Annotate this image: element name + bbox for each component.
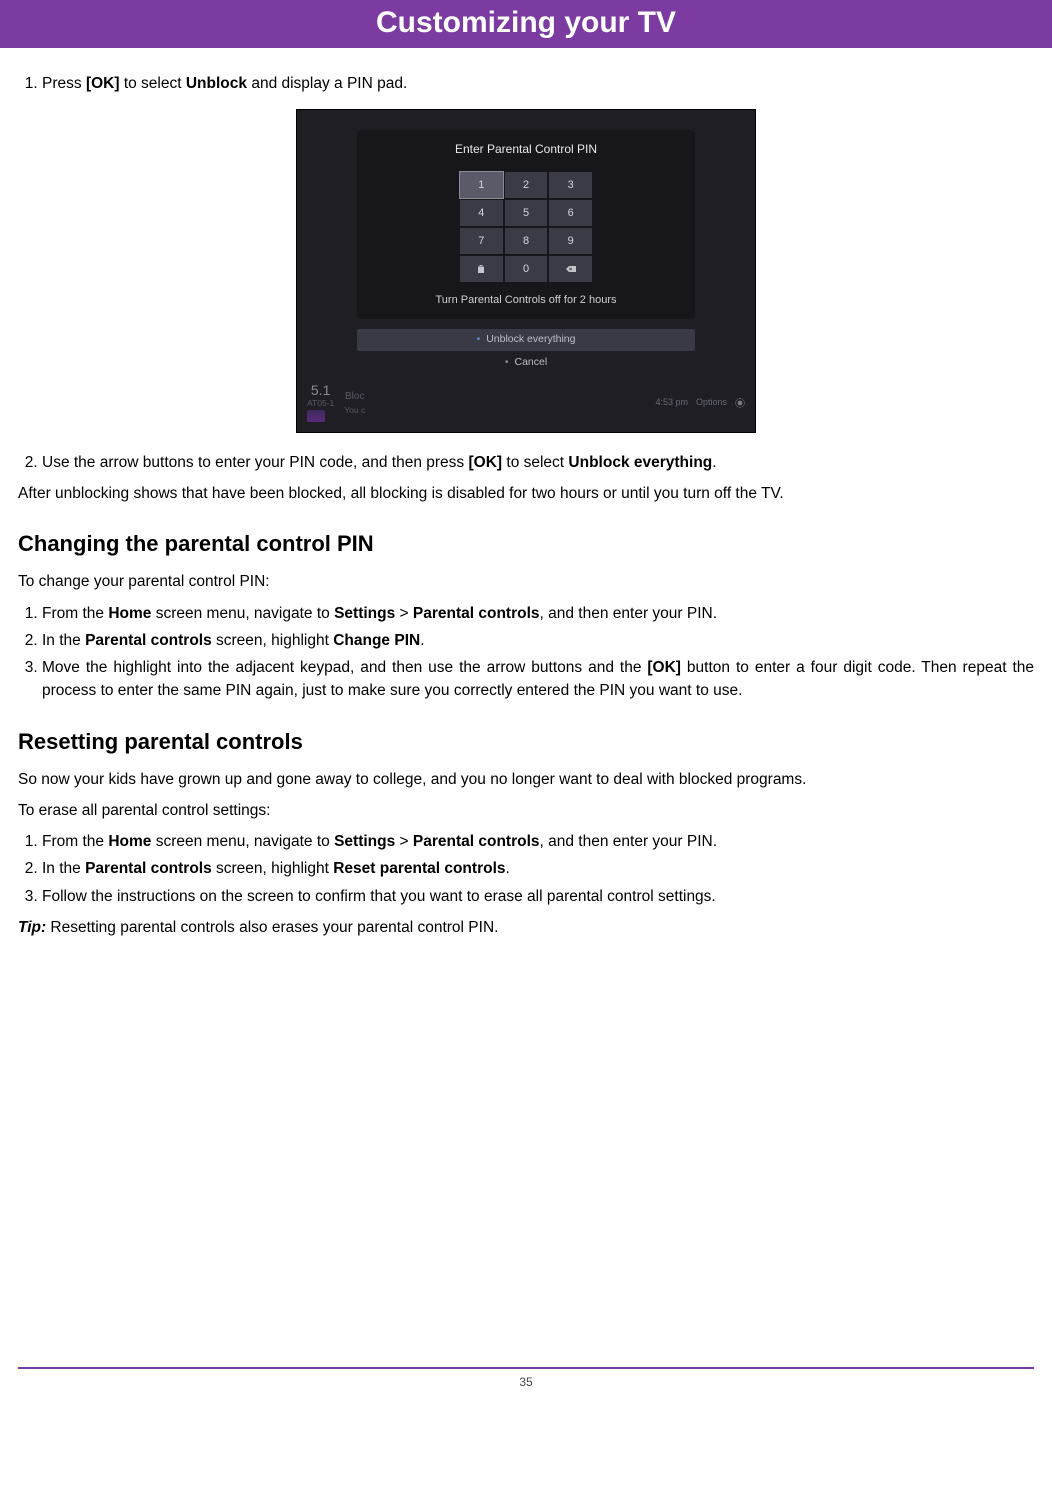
key-ok: [OK] bbox=[86, 75, 120, 92]
key-3: 3 bbox=[549, 172, 592, 198]
step-2: Use the arrow buttons to enter your PIN … bbox=[42, 451, 1034, 474]
tip-line: Tip: Resetting parental controls also er… bbox=[18, 916, 1034, 939]
text: screen menu, navigate to bbox=[151, 833, 334, 850]
key-7: 7 bbox=[460, 228, 503, 254]
key-ok: [OK] bbox=[469, 454, 503, 471]
option-unblock-everything: Unblock everything bbox=[357, 329, 695, 351]
step-list-top: Press [OK] to select Unblock and display… bbox=[18, 72, 1034, 95]
change-pin-step-3: Move the highlight into the adjacent key… bbox=[42, 656, 1034, 703]
dialog-options: Unblock everything Cancel bbox=[357, 329, 695, 374]
text: Use the arrow buttons to enter your PIN … bbox=[42, 454, 469, 471]
text: In the bbox=[42, 632, 85, 649]
key-backspace-icon bbox=[549, 256, 592, 282]
text: Press bbox=[42, 75, 86, 92]
bold: Parental controls bbox=[413, 833, 540, 850]
key-unblock: Unblock bbox=[186, 75, 247, 92]
bg-block-word: Bloc bbox=[344, 389, 365, 404]
text: In the bbox=[42, 860, 85, 877]
page-content: Press [OK] to select Unblock and display… bbox=[0, 72, 1052, 1367]
footer-rule bbox=[18, 1367, 1034, 1369]
tip-label: Tip: bbox=[18, 919, 46, 936]
gear-icon bbox=[735, 398, 745, 408]
figure-pin-pad: Enter Parental Control PIN 1 2 3 4 5 6 7… bbox=[18, 109, 1034, 433]
option-cancel: Cancel bbox=[357, 352, 695, 374]
key-8: 8 bbox=[505, 228, 548, 254]
heading-change-pin: Changing the parental control PIN bbox=[18, 527, 1034, 560]
channel-number: 5.1 bbox=[307, 383, 334, 398]
bold: Reset parental controls bbox=[333, 860, 505, 877]
bold: Parental controls bbox=[85, 860, 212, 877]
text: From the bbox=[42, 833, 108, 850]
bold: Home bbox=[108, 833, 151, 850]
background-bar: 5.1 AT05-1 Bloc You c 4:53 pm Options bbox=[297, 381, 755, 432]
text: > bbox=[395, 605, 413, 622]
key-4: 4 bbox=[460, 200, 503, 226]
key-9: 9 bbox=[549, 228, 592, 254]
dialog-title: Enter Parental Control PIN bbox=[357, 140, 695, 158]
text: . bbox=[506, 860, 510, 877]
change-pin-steps: From the Home screen menu, navigate to S… bbox=[18, 602, 1034, 703]
time-label: 4:53 pm bbox=[655, 396, 688, 410]
bold: Home bbox=[108, 605, 151, 622]
change-pin-step-1: From the Home screen menu, navigate to S… bbox=[42, 602, 1034, 625]
key-2: 2 bbox=[505, 172, 548, 198]
bold: Settings bbox=[334, 605, 395, 622]
text: , and then enter your PIN. bbox=[540, 833, 718, 850]
bold: Parental controls bbox=[413, 605, 540, 622]
heading-reset-controls: Resetting parental controls bbox=[18, 725, 1034, 758]
text: and display a PIN pad. bbox=[247, 75, 407, 92]
bold: Parental controls bbox=[85, 632, 212, 649]
text: From the bbox=[42, 605, 108, 622]
change-pin-intro: To change your parental control PIN: bbox=[18, 570, 1034, 593]
key-6: 6 bbox=[549, 200, 592, 226]
bold: Settings bbox=[334, 833, 395, 850]
thumbnail-icon bbox=[307, 410, 325, 422]
bold: [OK] bbox=[647, 659, 681, 676]
pin-keypad: 1 2 3 4 5 6 7 8 9 0 bbox=[460, 172, 592, 282]
dialog-subtitle: Turn Parental Controls off for 2 hours bbox=[357, 292, 695, 309]
text: Move the highlight into the adjacent key… bbox=[42, 659, 647, 676]
text: to select bbox=[502, 454, 568, 471]
channel-info: 5.1 AT05-1 bbox=[307, 383, 334, 422]
reset-p2: To erase all parental control settings: bbox=[18, 799, 1034, 822]
step-1: Press [OK] to select Unblock and display… bbox=[42, 72, 1034, 95]
step-list-top-cont: Use the arrow buttons to enter your PIN … bbox=[18, 451, 1034, 474]
reset-step-1: From the Home screen menu, navigate to S… bbox=[42, 830, 1034, 853]
tip-text: Resetting parental controls also erases … bbox=[46, 919, 498, 936]
text: . bbox=[712, 454, 716, 471]
after-unblock-text: After unblocking shows that have been bl… bbox=[18, 482, 1034, 505]
text: screen menu, navigate to bbox=[151, 605, 334, 622]
blank-space bbox=[18, 947, 1034, 1367]
bg-text: Bloc You c bbox=[344, 389, 365, 417]
tv-screenshot: Enter Parental Control PIN 1 2 3 4 5 6 7… bbox=[296, 109, 756, 433]
bg-block-sub: You c bbox=[344, 404, 365, 417]
text: > bbox=[395, 833, 413, 850]
key-clear-icon bbox=[460, 256, 503, 282]
channel-callsign: AT05-1 bbox=[307, 399, 334, 408]
reset-p1: So now your kids have grown up and gone … bbox=[18, 768, 1034, 791]
text: screen, highlight bbox=[212, 632, 334, 649]
text: screen, highlight bbox=[212, 860, 334, 877]
key-5: 5 bbox=[505, 200, 548, 226]
reset-step-3: Follow the instructions on the screen to… bbox=[42, 885, 1034, 908]
reset-steps: From the Home screen menu, navigate to S… bbox=[18, 830, 1034, 908]
page-number: 35 bbox=[0, 1375, 1052, 1403]
bold: Change PIN bbox=[333, 632, 420, 649]
key-unblock-everything: Unblock everything bbox=[568, 454, 712, 471]
key-1: 1 bbox=[460, 172, 503, 198]
change-pin-step-2: In the Parental controls screen, highlig… bbox=[42, 629, 1034, 652]
text: to select bbox=[120, 75, 186, 92]
options-label: Options bbox=[696, 396, 727, 410]
text: , and then enter your PIN. bbox=[540, 605, 718, 622]
reset-step-2: In the Parental controls screen, highlig… bbox=[42, 857, 1034, 880]
key-0: 0 bbox=[505, 256, 548, 282]
page-header: Customizing your TV bbox=[0, 0, 1052, 48]
pin-dialog: Enter Parental Control PIN 1 2 3 4 5 6 7… bbox=[357, 130, 695, 319]
text: . bbox=[420, 632, 424, 649]
